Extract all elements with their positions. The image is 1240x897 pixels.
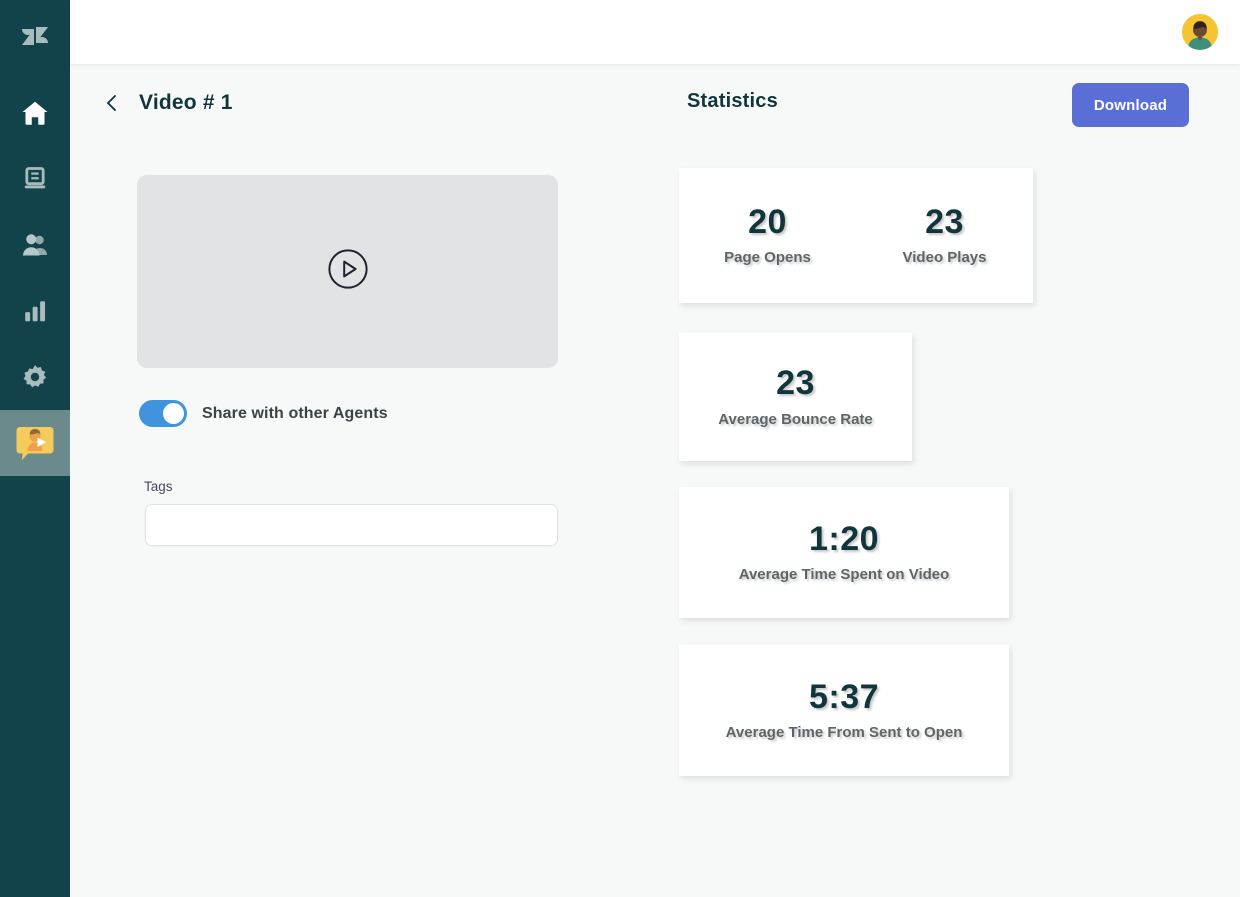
sidebar-item-reporting[interactable] [0, 278, 70, 344]
video-player-placeholder[interactable] [137, 175, 558, 368]
stat-block: 23 Average Bounce Rate [718, 364, 873, 428]
chevron-left-icon [104, 93, 120, 118]
statistics-title: Statistics [687, 90, 778, 112]
sidebar-item-settings[interactable] [0, 344, 70, 410]
stat-value: 5:37 [808, 677, 880, 716]
stat-value: 20 [748, 202, 787, 241]
ticket-list-icon [21, 165, 49, 193]
sidebar-item-customers[interactable] [0, 212, 70, 278]
stat-block: 5:37 Average Time From Sent to Open [725, 677, 963, 742]
stat-value: 1:20 [808, 519, 880, 558]
share-with-agents-row: Share with other Agents [139, 400, 388, 427]
stat-value: 23 [925, 202, 964, 241]
download-button[interactable]: Download [1072, 83, 1189, 127]
zendesk-logo-icon[interactable] [15, 16, 55, 56]
sidebar-item-video-messages[interactable] [0, 410, 70, 476]
stat-card-page-opens-video-plays: 20 Page Opens 23 Video Plays [679, 168, 1033, 303]
stat-label: Average Time From Sent to Open [725, 724, 963, 742]
stat-card-average-bounce-rate: 23 Average Bounce Rate [679, 333, 912, 461]
bar-chart-icon [21, 297, 49, 325]
share-with-agents-toggle[interactable] [139, 400, 187, 427]
avatar[interactable] [1182, 14, 1218, 50]
page-title: Video # 1 [139, 91, 233, 114]
video-message-icon [13, 421, 57, 465]
sidebar [0, 0, 70, 897]
gear-icon [21, 363, 49, 391]
app-root: Video # 1 Statistics Download Share with… [0, 0, 1240, 897]
stat-block: 23 Video Plays [856, 202, 1033, 267]
tags-input[interactable] [145, 504, 558, 546]
stat-label: Video Plays [902, 249, 987, 267]
sidebar-item-tickets[interactable] [0, 146, 70, 212]
stat-block: 1:20 Average Time Spent on Video [738, 519, 950, 584]
sidebar-item-home[interactable] [0, 80, 70, 146]
home-icon [20, 98, 50, 128]
stat-label: Average Bounce Rate [718, 410, 873, 428]
toggle-knob [163, 403, 184, 424]
stat-label: Average Time Spent on Video [738, 566, 950, 584]
stat-card-average-time-from-sent-to-open: 5:37 Average Time From Sent to Open [679, 645, 1009, 776]
tags-label: Tags [144, 479, 173, 494]
stat-label: Page Opens [724, 249, 811, 267]
back-button[interactable] [100, 92, 124, 118]
share-with-agents-label: Share with other Agents [202, 404, 388, 422]
people-icon [20, 230, 50, 260]
play-circle-icon[interactable] [327, 248, 369, 295]
stat-value: 23 [776, 364, 815, 403]
stat-card-average-time-spent-on-video: 1:20 Average Time Spent on Video [679, 487, 1009, 618]
top-bar [70, 0, 1240, 64]
stat-block: 20 Page Opens [679, 202, 856, 267]
